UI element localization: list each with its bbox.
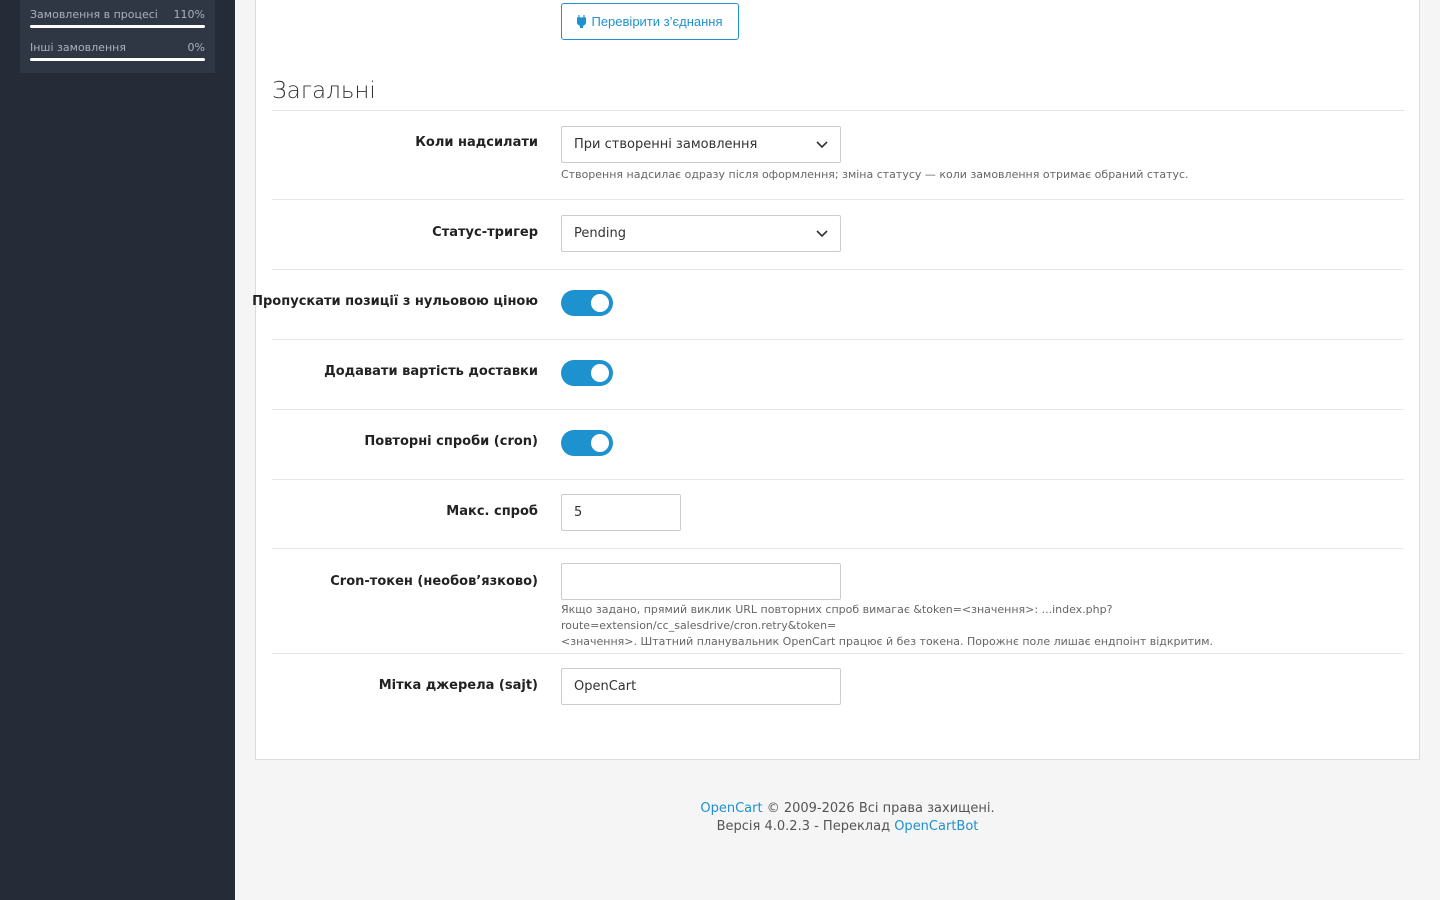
opencart-link[interactable]: OpenCart	[700, 801, 762, 816]
section-title: Загальні	[272, 78, 376, 104]
stat-label: Замовлення в процесі	[30, 8, 158, 21]
stat-label: Інші замовлення	[30, 41, 126, 54]
send-when-help: Створення надсилає одразу після оформлен…	[561, 168, 1189, 181]
stat-progress-bar	[30, 25, 205, 28]
cron-token-help: Якщо задано, прямий виклик URL повторних…	[561, 602, 1381, 650]
add-shipping-toggle[interactable]	[561, 360, 613, 386]
stat-percent: 110%	[173, 8, 205, 21]
form-row-cron-token: Cron-токен (необов’язково) Якщо задано, …	[272, 549, 1404, 654]
source-label-label: Мітка джерела (sajt)	[378, 678, 538, 693]
form-row-source-label: Мітка джерела (sajt) OpenCart	[272, 654, 1404, 724]
skip-zero-price-label: Пропускати позиції з нульовою ціною	[252, 294, 538, 309]
toggle-knob	[591, 434, 609, 452]
max-attempts-value: 5	[574, 505, 583, 520]
source-label-input[interactable]: OpenCart	[561, 668, 841, 705]
test-connection-button[interactable]: Перевірити з’єднання	[561, 3, 739, 40]
version-text: Версія 4.0.2.3 - Переклад	[716, 819, 895, 834]
stat-percent: 0%	[187, 41, 205, 54]
cron-token-input[interactable]	[561, 563, 841, 600]
chevron-down-icon	[816, 229, 828, 237]
trigger-status-value: Pending	[574, 226, 626, 241]
retries-cron-toggle[interactable]	[561, 430, 613, 456]
cron-token-help-line1: Якщо задано, прямий виклик URL повторних…	[561, 603, 1113, 632]
chevron-down-icon	[816, 140, 828, 148]
send-when-value: При створенні замовлення	[574, 137, 758, 152]
toggle-knob	[591, 294, 609, 312]
translator-link[interactable]: OpenCartBot	[894, 819, 978, 834]
send-when-label: Коли надсилати	[415, 135, 538, 150]
form-row-send-when: Коли надсилати При створенні замовлення …	[272, 111, 1404, 200]
cron-token-label: Cron-токен (необов’язково)	[330, 574, 538, 589]
order-stats-panel: Замовлення в процесі 110% Інші замовленн…	[20, 0, 215, 73]
footer-copyright-line: OpenCart © 2009-2026 Всі права захищені.	[255, 800, 1440, 818]
cron-token-help-line2: <значення>. Штатний планувальник OpenCar…	[561, 635, 1214, 648]
trigger-status-label: Статус-тригер	[432, 225, 538, 240]
max-attempts-label: Макс. спроб	[446, 504, 538, 519]
footer: OpenCart © 2009-2026 Всі права захищені.…	[255, 800, 1440, 836]
form-row-retries-cron: Повторні спроби (cron)	[272, 410, 1404, 480]
source-label-value: OpenCart	[574, 679, 637, 694]
skip-zero-price-toggle[interactable]	[561, 290, 613, 316]
stat-progress-bar	[30, 58, 205, 61]
form-row-max-attempts: Макс. спроб 5	[272, 480, 1404, 549]
form-row-trigger-status: Статус-тригер Pending	[272, 200, 1404, 270]
form-row-skip-zero-price: Пропускати позиції з нульовою ціною	[252, 270, 1404, 340]
toggle-knob	[591, 364, 609, 382]
sidebar: Замовлення в процесі 110% Інші замовленн…	[0, 0, 235, 900]
settings-panel: Перевірити з’єднання Загальні Коли надси…	[252, 0, 1420, 760]
copyright-text: © 2009-2026 Всі права захищені.	[762, 801, 995, 816]
send-when-select[interactable]: При створенні замовлення	[561, 126, 841, 163]
form-row-add-shipping: Додавати вартість доставки	[272, 340, 1404, 410]
footer-version-line: Версія 4.0.2.3 - Переклад OpenCartBot	[255, 818, 1440, 836]
max-attempts-input[interactable]: 5	[561, 494, 681, 531]
add-shipping-label: Додавати вартість доставки	[324, 364, 538, 379]
trigger-status-select[interactable]: Pending	[561, 215, 841, 252]
test-connection-label: Перевірити з’єднання	[591, 14, 723, 29]
retries-cron-label: Повторні спроби (cron)	[364, 434, 538, 449]
plug-icon	[577, 15, 587, 28]
